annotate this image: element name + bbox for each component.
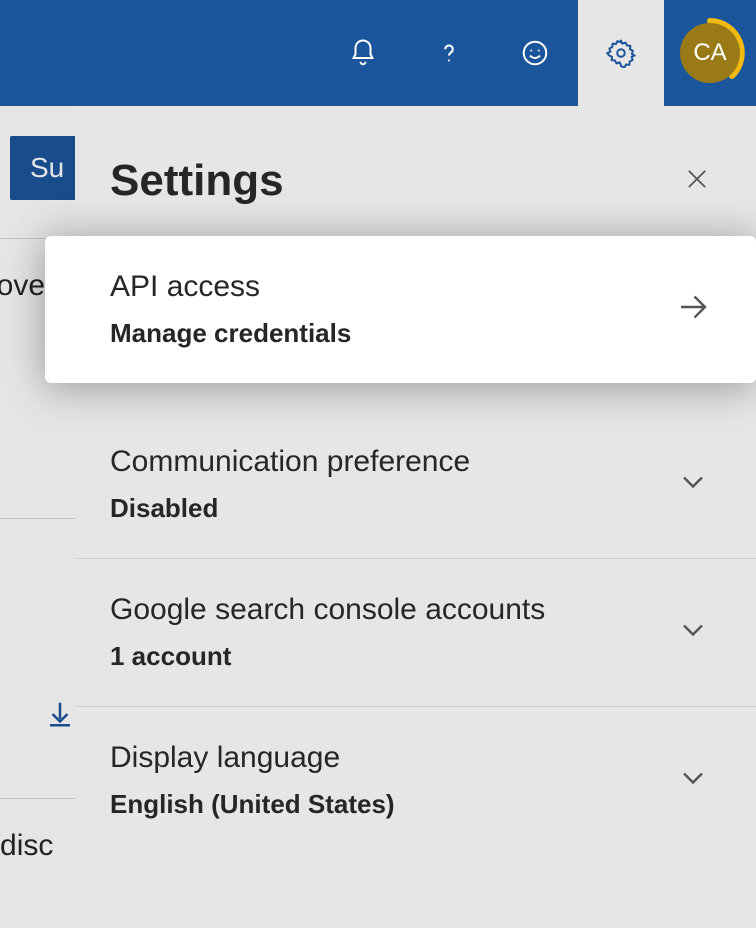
- feedback-smile-icon[interactable]: [492, 0, 578, 106]
- settings-item-api-access[interactable]: API access Manage credentials: [45, 236, 756, 383]
- settings-title: Settings: [110, 156, 284, 206]
- settings-panel-header: Settings: [75, 156, 756, 236]
- app-header: CA: [0, 0, 756, 106]
- settings-item-subtitle: Manage credentials: [110, 318, 351, 349]
- settings-item-display-language[interactable]: Display language English (United States): [75, 706, 756, 854]
- avatar-initials: CA: [680, 23, 740, 83]
- help-icon[interactable]: [406, 0, 492, 106]
- notifications-icon[interactable]: [320, 0, 406, 106]
- settings-panel: Settings API access Manage credentials C…: [75, 106, 756, 928]
- settings-gear-icon[interactable]: [578, 0, 664, 106]
- settings-item-title: Google search console accounts: [110, 593, 545, 627]
- user-avatar[interactable]: CA: [664, 0, 756, 106]
- settings-item-title: API access: [110, 270, 351, 304]
- settings-item-subtitle: English (United States): [110, 789, 395, 820]
- settings-item-google-search-console[interactable]: Google search console accounts 1 account: [75, 558, 756, 706]
- settings-item-subtitle: 1 account: [110, 641, 545, 672]
- chevron-down-icon: [675, 464, 711, 505]
- settings-item-subtitle: Disabled: [110, 493, 470, 524]
- settings-item-title: Display language: [110, 741, 395, 775]
- arrow-right-icon: [675, 289, 711, 330]
- close-icon[interactable]: [683, 165, 711, 198]
- chevron-down-icon: [675, 760, 711, 801]
- settings-item-title: Communication preference: [110, 445, 470, 479]
- settings-item-communication-preference[interactable]: Communication preference Disabled: [75, 411, 756, 558]
- chevron-down-icon: [675, 612, 711, 653]
